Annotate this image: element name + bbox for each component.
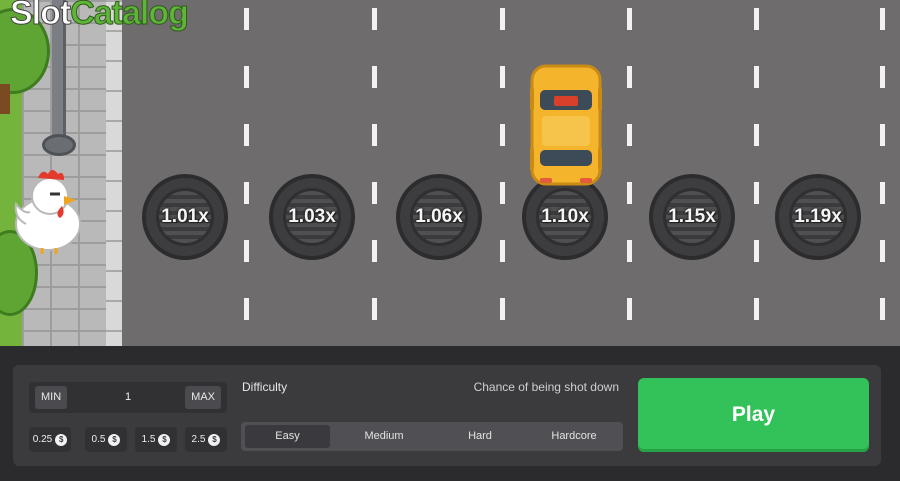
multiplier-label: 1.15x <box>668 206 716 227</box>
lane-divider <box>754 0 759 346</box>
road-scene: 1.01x 1.03x 1.06x 1.10x 1.15x 1.19x Slot… <box>0 0 900 346</box>
lane-divider <box>880 0 885 346</box>
difficulty-tab-hardcore[interactable]: Hardcore <box>529 425 619 448</box>
difficulty-tab-hard[interactable]: Hard <box>435 425 525 448</box>
lamp-pole-base <box>42 134 76 156</box>
coin-icon: $ <box>55 433 68 446</box>
coin-icon: $ <box>208 433 221 446</box>
multiplier-label: 1.01x <box>161 206 209 227</box>
lane-divider <box>244 0 249 346</box>
difficulty-selector: Easy Medium Hard Hardcore <box>241 422 623 451</box>
play-button[interactable]: Play <box>638 378 869 452</box>
multiplier-manhole-3[interactable]: 1.06x <box>396 174 482 260</box>
bet-chip-0-25[interactable]: 0.25 $ <box>29 427 71 452</box>
multiplier-label: 1.19x <box>794 206 842 227</box>
bet-chip-1-5[interactable]: 1.5 $ <box>135 427 177 452</box>
difficulty-tab-easy[interactable]: Easy <box>245 425 330 448</box>
control-panel: MIN 1 MAX 0.25 $ 0.5 $ 1.5 $ 2.5 $ Difficult… <box>13 365 881 466</box>
chip-label: 0.5 <box>91 434 106 445</box>
multiplier-manhole-1[interactable]: 1.01x <box>142 174 228 260</box>
bet-chip-2-5[interactable]: 2.5 $ <box>185 427 227 452</box>
coin-icon: $ <box>158 433 171 446</box>
chicken-icon <box>14 170 81 254</box>
taxi-car-icon <box>530 64 602 186</box>
chip-label: 1.5 <box>141 434 156 445</box>
max-bet-button[interactable]: MAX <box>185 386 221 409</box>
multiplier-manhole-6[interactable]: 1.19x <box>775 174 861 260</box>
min-bet-button[interactable]: MIN <box>35 386 68 409</box>
logo-part-2: Catalog <box>70 0 190 33</box>
coin-icon: $ <box>108 433 121 446</box>
slotcatalog-logo: SlotCatalog <box>9 0 190 33</box>
multiplier-label: 1.10x <box>541 206 589 227</box>
game-screen: 1.01x 1.03x 1.06x 1.10x 1.15x 1.19x Slot… <box>0 0 900 481</box>
multiplier-manhole-2[interactable]: 1.03x <box>269 174 355 260</box>
multiplier-manhole-5[interactable]: 1.15x <box>649 174 735 260</box>
difficulty-tab-medium[interactable]: Medium <box>339 425 429 448</box>
difficulty-label: Difficulty <box>242 380 288 394</box>
lane-divider <box>500 0 505 346</box>
lane-divider <box>372 0 377 346</box>
chance-label: Chance of being shot down <box>473 380 619 394</box>
tree-trunk <box>0 84 10 114</box>
logo-part-1: Slot <box>9 0 71 33</box>
multiplier-label: 1.03x <box>288 206 336 227</box>
lane-divider <box>627 0 632 346</box>
bet-chip-0-5[interactable]: 0.5 $ <box>85 427 127 452</box>
curb <box>106 0 122 346</box>
chip-label: 2.5 <box>191 434 206 445</box>
bet-amount-control: MIN 1 MAX <box>29 382 227 413</box>
bet-amount-input[interactable]: 1 <box>79 382 177 413</box>
multiplier-label: 1.06x <box>415 206 463 227</box>
chip-label: 0.25 <box>32 434 53 445</box>
